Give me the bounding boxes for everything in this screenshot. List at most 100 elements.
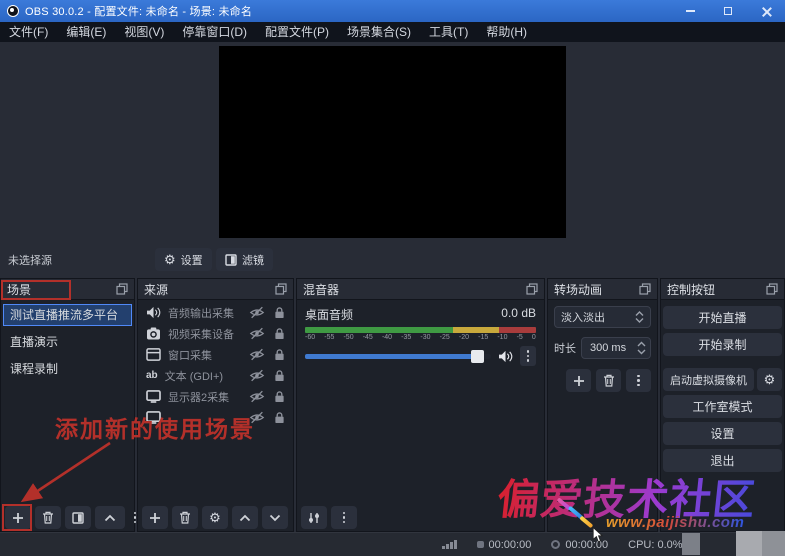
dots-vertical-icon <box>134 512 137 524</box>
add-source-button[interactable] <box>142 506 168 529</box>
popout-icon <box>766 283 778 295</box>
source-row[interactable]: 音频输出采集 <box>138 302 293 323</box>
scenes-popout-button[interactable] <box>116 283 128 295</box>
preview-canvas[interactable] <box>219 46 566 238</box>
sources-dock-title: 来源 <box>144 281 168 298</box>
start-streaming-button[interactable]: 开始直播 <box>663 306 782 329</box>
menu-profile[interactable]: 配置文件(P) <box>256 22 338 42</box>
transitions-popout-button[interactable] <box>639 283 651 295</box>
studio-mode-button[interactable]: 工作室模式 <box>663 395 782 418</box>
close-button[interactable] <box>747 0 785 22</box>
speaker-icon <box>146 306 161 319</box>
menu-file[interactable]: 文件(F) <box>0 22 57 42</box>
record-status-icon <box>551 540 560 549</box>
minimize-icon <box>686 10 695 12</box>
minimize-button[interactable] <box>671 0 709 22</box>
source-properties-button[interactable]: ⚙ 设置 <box>155 248 212 271</box>
chevron-down-icon <box>269 514 281 522</box>
stream-time-value: 00:00:00 <box>489 539 532 551</box>
menu-scene-collection[interactable]: 场景集合(S) <box>338 22 420 42</box>
advanced-audio-icon <box>307 512 321 524</box>
dots-vertical-icon <box>637 375 640 387</box>
sources-dock: 来源 音频输出采集 视频采集设备 <box>137 278 294 532</box>
filter-icon <box>225 254 237 266</box>
controls-dock-title: 控制按钮 <box>667 281 715 298</box>
move-source-down-button[interactable] <box>262 506 288 529</box>
source-properties-toolbar-button[interactable]: ⚙ <box>202 506 228 529</box>
combo-arrows-icon <box>635 311 644 323</box>
scene-item[interactable]: 直播演示 <box>3 331 132 353</box>
remove-transition-button[interactable] <box>596 369 621 392</box>
chevron-up-icon <box>104 514 116 522</box>
lock-icon[interactable] <box>274 369 285 382</box>
spinner-arrows-icon[interactable] <box>637 341 646 355</box>
move-source-up-button[interactable] <box>232 506 258 529</box>
source-row[interactable]: 显示器2采集 <box>138 386 293 407</box>
mixer-popout-button[interactable] <box>526 283 538 295</box>
visibility-off-icon[interactable] <box>249 306 265 319</box>
sources-toolbar: ⚙ <box>138 504 292 531</box>
transition-more-button[interactable] <box>626 369 651 392</box>
advanced-audio-properties-button[interactable] <box>301 506 327 529</box>
mixer-dock-header: 混音器 <box>297 279 544 300</box>
sources-popout-button[interactable] <box>275 283 287 295</box>
scene-item[interactable]: 课程录制 <box>3 358 132 380</box>
start-virtual-camera-button[interactable]: 启动虚拟摄像机 <box>663 368 754 391</box>
controls-dock-header: 控制按钮 <box>661 279 784 300</box>
visibility-off-icon[interactable] <box>249 369 265 382</box>
lock-icon[interactable] <box>274 390 285 403</box>
mixer-channel-menu-button[interactable] <box>520 346 536 366</box>
titlebar: OBS 30.0.2 - 配置文件: 未命名 - 场景: 未命名 <box>0 0 785 22</box>
lock-icon[interactable] <box>274 348 285 361</box>
volume-slider-handle[interactable] <box>471 350 484 363</box>
filter-icon <box>72 512 84 524</box>
obs-main-window: OBS 30.0.2 - 配置文件: 未命名 - 场景: 未命名 文件(F) 编… <box>0 0 785 556</box>
source-label: 视频采集设备 <box>168 326 242 342</box>
watermark-block <box>762 531 785 556</box>
filters-button-label: 滤镜 <box>242 252 264 268</box>
transition-selected-value: 淡入淡出 <box>561 309 605 325</box>
mixer-more-button[interactable] <box>331 506 357 529</box>
mute-toggle-speaker-icon[interactable] <box>498 350 513 363</box>
volume-slider[interactable] <box>305 354 491 359</box>
source-row[interactable]: 窗口采集 <box>138 344 293 365</box>
menu-edit[interactable]: 编辑(E) <box>57 22 115 42</box>
no-source-selected-label: 未选择源 <box>8 252 52 268</box>
trash-icon <box>42 511 54 524</box>
visibility-off-icon[interactable] <box>249 348 265 361</box>
cpu-usage: CPU: 0.0% <box>628 539 682 551</box>
gear-icon: ⚙ <box>164 253 176 266</box>
popout-icon <box>275 283 287 295</box>
popout-icon <box>526 283 538 295</box>
maximize-button[interactable] <box>709 0 747 22</box>
lock-icon[interactable] <box>274 411 285 424</box>
dots-vertical-icon <box>343 512 346 524</box>
source-row[interactable]: ab 文本 (GDI+) <box>138 365 293 386</box>
remove-source-button[interactable] <box>172 506 198 529</box>
lock-icon[interactable] <box>274 306 285 319</box>
menu-view[interactable]: 视图(V) <box>115 22 173 42</box>
start-recording-button[interactable]: 开始录制 <box>663 333 782 356</box>
menu-help[interactable]: 帮助(H) <box>477 22 536 42</box>
settings-button[interactable]: 设置 <box>663 422 782 445</box>
source-row[interactable]: 视频采集设备 <box>138 323 293 344</box>
stream-timer: 00:00:00 <box>477 539 532 551</box>
trash-icon <box>603 374 615 387</box>
visibility-off-icon[interactable] <box>249 390 265 403</box>
annotation-arrow <box>8 436 128 512</box>
virtual-camera-config-button[interactable]: ⚙ <box>757 368 782 391</box>
menu-tools[interactable]: 工具(T) <box>420 22 477 42</box>
menubar: 文件(F) 编辑(E) 视图(V) 停靠窗口(D) 配置文件(P) 场景集合(S… <box>0 22 785 42</box>
visibility-off-icon[interactable] <box>249 327 265 340</box>
menu-docks[interactable]: 停靠窗口(D) <box>173 22 256 42</box>
duration-spinner[interactable]: 300 ms <box>581 337 651 359</box>
source-label: 音频输出采集 <box>168 305 242 321</box>
add-transition-button[interactable] <box>566 369 591 392</box>
controls-popout-button[interactable] <box>766 283 778 295</box>
lock-icon[interactable] <box>274 327 285 340</box>
source-filters-button[interactable]: 滤镜 <box>216 248 273 271</box>
scene-item-selected[interactable]: 测试直播推流多平台 <box>3 304 132 326</box>
source-label: 文本 (GDI+) <box>165 368 242 384</box>
source-label: 窗口采集 <box>168 347 242 363</box>
transition-select[interactable]: 淡入淡出 <box>554 306 651 328</box>
